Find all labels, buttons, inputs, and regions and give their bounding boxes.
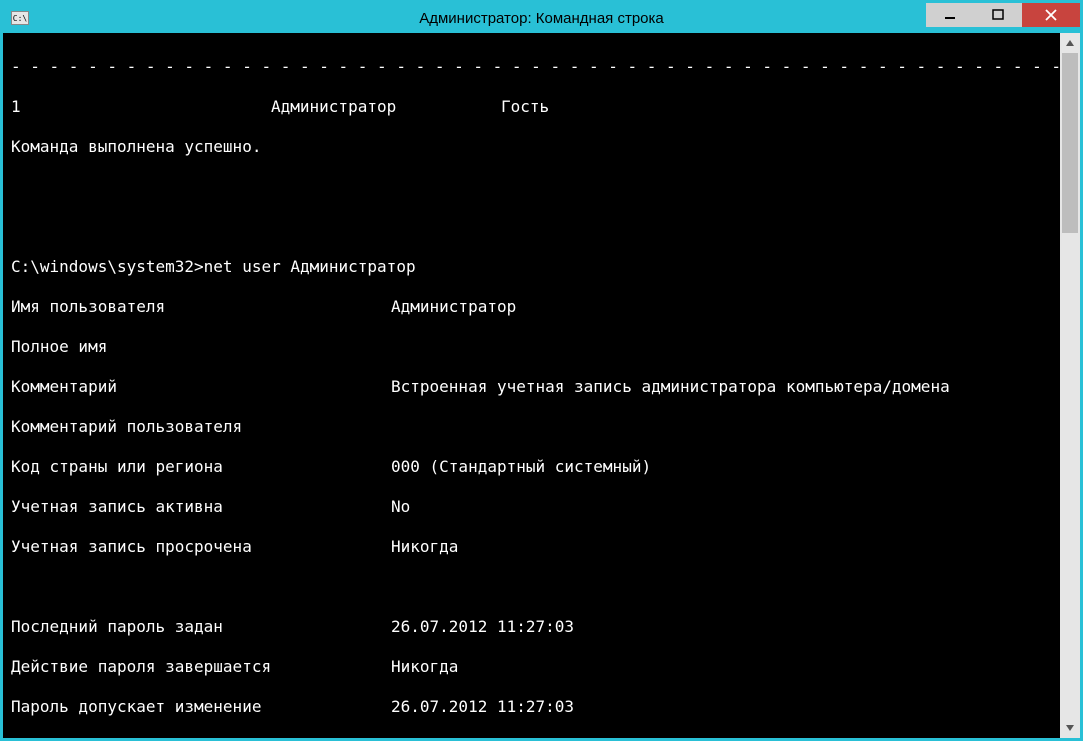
row-fullname: Полное имя (11, 337, 1056, 357)
divider-line: - - - - - - - - - - - - - - - - - - - - … (11, 57, 1056, 77)
scroll-thumb[interactable] (1062, 53, 1078, 233)
blank (11, 217, 1056, 237)
terminal-output[interactable]: - - - - - - - - - - - - - - - - - - - - … (3, 33, 1060, 738)
row-user-comment: Комментарий пользователя (11, 417, 1056, 437)
row-username: Имя пользователяАдминистратор (11, 297, 1056, 317)
userlist-col3: Гость (501, 97, 549, 116)
blank (11, 577, 1056, 597)
scroll-track[interactable] (1060, 53, 1080, 718)
vertical-scrollbar[interactable] (1060, 33, 1080, 738)
row-password-expires: Действие пароля завершаетсяНикогда (11, 657, 1056, 677)
command-prompt-window: C:\ Администратор: Командная строка - - … (0, 0, 1083, 741)
window-controls (926, 3, 1080, 27)
cmd-done-1: Команда выполнена успешно. (11, 137, 1056, 157)
row-comment: КомментарийВстроенная учетная запись адм… (11, 377, 1056, 397)
close-button[interactable] (1022, 3, 1080, 27)
row-password-set: Последний пароль задан26.07.2012 11:27:0… (11, 617, 1056, 637)
maximize-button[interactable] (974, 3, 1022, 27)
userlist-col2: Администратор (271, 97, 501, 117)
row-active: Учетная запись активнаNo (11, 497, 1056, 517)
command-1: net user Администратор (204, 257, 416, 276)
userlist-col1: 1 (11, 97, 271, 117)
prompt-1: C:\windows\system32> (11, 257, 204, 276)
blank (11, 177, 1056, 197)
user-list-row: 1АдминистраторГость (11, 97, 1056, 117)
scroll-down-button[interactable] (1060, 718, 1080, 738)
client-area: - - - - - - - - - - - - - - - - - - - - … (3, 33, 1080, 738)
titlebar[interactable]: C:\ Администратор: Командная строка (3, 3, 1080, 33)
prompt-line-1: C:\windows\system32>net user Администрат… (11, 257, 1056, 277)
row-password-required: Требуется парольYes (11, 737, 1056, 738)
row-account-expires: Учетная запись просроченаНикогда (11, 537, 1056, 557)
row-password-changeable: Пароль допускает изменение26.07.2012 11:… (11, 697, 1056, 717)
row-country: Код страны или региона000 (Стандартный с… (11, 457, 1056, 477)
scroll-up-button[interactable] (1060, 33, 1080, 53)
minimize-button[interactable] (926, 3, 974, 27)
cmd-icon: C:\ (11, 11, 29, 25)
window-title: Администратор: Командная строка (3, 10, 1080, 27)
